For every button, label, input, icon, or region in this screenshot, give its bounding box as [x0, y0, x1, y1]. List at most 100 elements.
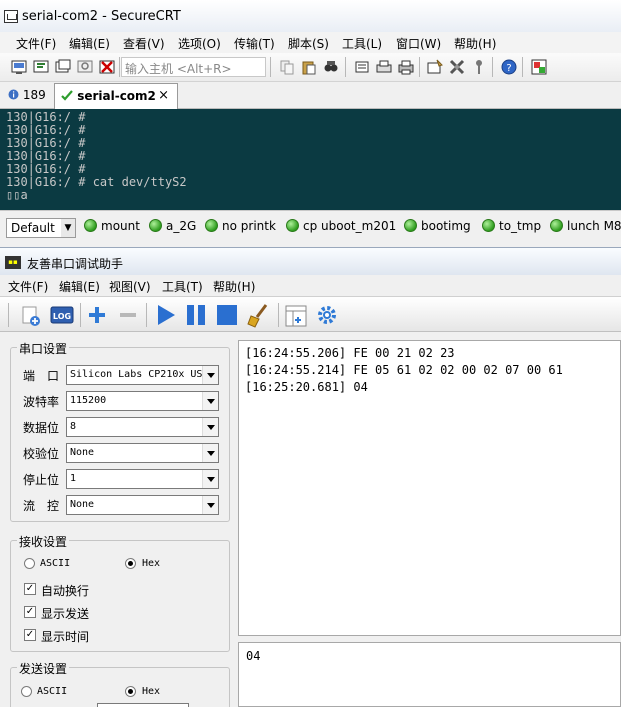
global-options-icon[interactable]: [449, 59, 465, 75]
recv-hex-radio[interactable]: [125, 558, 136, 569]
group-label: 发送设置: [17, 660, 70, 677]
terminal-output[interactable]: 130|G16:/ # 130|G16:/ # 130|G16:/ # 130|…: [0, 109, 621, 210]
stop-icon[interactable]: [215, 303, 239, 327]
terminal-line: 130|G16:/ #: [6, 110, 86, 124]
quick-connect-icon[interactable]: [33, 59, 49, 75]
window-title: 友善串口调试助手: [27, 257, 124, 271]
send-hex-radio[interactable]: [125, 686, 136, 697]
securecrt-menubar: 文件(F) 编辑(E) 查看(V) 选项(O) 传输(T) 脚本(S) 工具(L…: [0, 32, 621, 53]
host-input[interactable]: 输入主机 <Alt+R>: [121, 57, 266, 77]
session-options-icon[interactable]: [427, 59, 443, 75]
menu-window[interactable]: 窗口(W): [396, 35, 441, 52]
menu-options[interactable]: 选项(O): [178, 35, 221, 52]
menu-tools[interactable]: 工具(L): [342, 35, 382, 52]
tab-serial-com2[interactable]: serial-com2 ×: [54, 83, 178, 109]
chevron-down-icon: [202, 418, 218, 436]
button-a-2g[interactable]: a_2G: [149, 219, 196, 237]
group-label: 串口设置: [17, 340, 70, 357]
help-icon[interactable]: ?: [501, 59, 517, 75]
menu-edit[interactable]: 编辑(E): [69, 35, 110, 52]
connect-tab-icon[interactable]: [55, 59, 71, 75]
chevron-down-icon: ▼: [61, 219, 75, 237]
serial-tool-menubar: 文件(F) 编辑(E) 视图(V) 工具(T) 帮助(H): [0, 275, 621, 296]
recv-ascii-radio[interactable]: [24, 558, 35, 569]
send-ascii-radio[interactable]: [21, 686, 32, 697]
port-select[interactable]: Silicon Labs CP210x US: [66, 365, 219, 385]
parity-select[interactable]: None: [66, 443, 219, 463]
securecrt-app-icon: [4, 10, 18, 23]
keymap-icon[interactable]: [471, 59, 487, 75]
close-tab-icon[interactable]: ×: [158, 88, 169, 103]
terminal-line: 130|G16:/ #: [6, 136, 86, 150]
toolbar-separator: [80, 303, 81, 327]
serial-tool-toolbar: LOG: [0, 296, 621, 332]
send-input[interactable]: 04: [238, 642, 621, 707]
tab-label: 189: [22, 88, 46, 102]
menu-file[interactable]: 文件(F): [16, 35, 56, 52]
new-file-icon[interactable]: [20, 305, 42, 327]
menu-file[interactable]: 文件(F): [8, 278, 48, 295]
toolbar-separator: [522, 57, 523, 77]
copy-icon[interactable]: [279, 59, 295, 75]
toolbar-separator: [345, 57, 346, 77]
disconnect-icon[interactable]: [99, 59, 115, 75]
receive-settings-group: 接收设置 ASCII Hex ✓ 自动换行 ✓ 显示发送 ✓ 显示时间: [10, 533, 230, 652]
reconnect-icon[interactable]: [77, 59, 93, 75]
gear-icon[interactable]: [316, 304, 338, 326]
menu-edit[interactable]: 编辑(E): [59, 278, 100, 295]
stopbits-select[interactable]: 1: [66, 469, 219, 489]
button-lunch[interactable]: lunch M8: [550, 219, 621, 237]
select-value: None: [70, 447, 95, 458]
menu-help[interactable]: 帮助(H): [213, 278, 255, 295]
settings-panel: 串口设置 端 口 Silicon Labs CP210x US 波特率 1152…: [0, 332, 238, 707]
menu-help[interactable]: 帮助(H): [454, 35, 496, 52]
menu-script[interactable]: 脚本(S): [288, 35, 329, 52]
button-label: no printk: [222, 219, 276, 233]
find-icon[interactable]: [323, 59, 339, 75]
baud-select[interactable]: 115200: [66, 391, 219, 411]
select-value: 8: [70, 421, 77, 432]
securecrt-toolbar: 输入主机 <Alt+R> ?: [0, 53, 621, 82]
show-send-checkbox[interactable]: ✓: [24, 606, 36, 618]
connect-icon[interactable]: [11, 59, 27, 75]
print-selection-icon[interactable]: [376, 59, 392, 75]
menu-transfer[interactable]: 传输(T): [234, 35, 275, 52]
button-bootimg[interactable]: bootimg: [404, 219, 471, 237]
button-cp-uboot[interactable]: cp uboot_m201: [286, 219, 396, 237]
button-no-printk[interactable]: no printk: [205, 219, 276, 237]
button-bar-select[interactable]: Default ▼: [6, 218, 76, 238]
receive-line: [16:25:20.681] 04: [245, 380, 368, 394]
print-screen-icon[interactable]: [354, 59, 370, 75]
button-to-tmp[interactable]: to_tmp: [482, 219, 541, 237]
print-icon[interactable]: [398, 59, 414, 75]
command-window-icon[interactable]: [531, 59, 547, 75]
layout-icon[interactable]: [284, 304, 308, 328]
play-icon[interactable]: [154, 303, 178, 327]
window-title: serial-com2 - SecureCRT: [22, 9, 181, 24]
send-settings-group: 发送设置 ASCII Hex: [10, 660, 230, 707]
tab-189[interactable]: 189: [4, 85, 50, 107]
group-label: 接收设置: [17, 533, 70, 550]
auto-wrap-checkbox[interactable]: ✓: [24, 583, 36, 595]
send-interval-input[interactable]: [97, 703, 189, 707]
paste-icon[interactable]: [301, 59, 317, 75]
info-icon: [8, 89, 19, 100]
checkbox-label: 显示时间: [41, 630, 90, 644]
chevron-down-icon: [202, 470, 218, 488]
broom-icon[interactable]: [246, 303, 272, 329]
menu-view[interactable]: 视图(V): [109, 278, 151, 295]
button-mount[interactable]: mount: [84, 219, 140, 237]
show-time-checkbox[interactable]: ✓: [24, 629, 36, 641]
pause-icon[interactable]: [184, 303, 208, 327]
log-icon[interactable]: LOG: [50, 304, 74, 326]
chevron-down-icon: [202, 366, 218, 384]
plus-icon[interactable]: [87, 305, 107, 325]
port-label: 端 口: [23, 369, 60, 383]
minus-icon[interactable]: [118, 305, 138, 325]
menu-view[interactable]: 查看(V): [123, 35, 165, 52]
receive-area[interactable]: [16:24:55.206] FE 00 21 02 23 [16:24:55.…: [238, 340, 621, 636]
button-label: to_tmp: [499, 219, 542, 233]
databits-select[interactable]: 8: [66, 417, 219, 437]
menu-tools[interactable]: 工具(T): [162, 278, 203, 295]
flowcontrol-select[interactable]: None: [66, 495, 219, 515]
